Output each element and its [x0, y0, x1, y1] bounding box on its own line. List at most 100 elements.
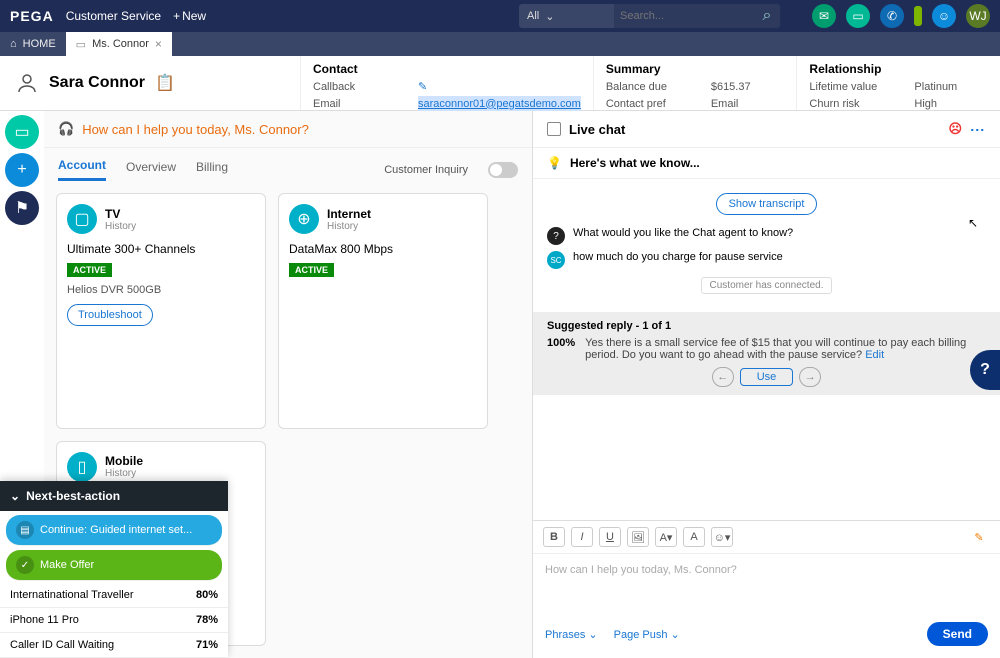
card-internet: ⊕InternetHistory DataMax 800 Mbps ACTIVE [278, 193, 488, 429]
send-button[interactable]: Send [927, 622, 988, 646]
pref-value: Email [711, 96, 739, 113]
email-label: Email [313, 96, 388, 113]
edit-icon[interactable]: ✎ [418, 79, 427, 96]
phone-icon[interactable]: ✆ [880, 4, 904, 28]
search-button[interactable]: ⌕ [754, 4, 780, 28]
show-transcript-button[interactable]: Show transcript [716, 193, 818, 215]
summary-heading: Summary [606, 62, 785, 76]
tv-detail: Helios DVR 500GB [67, 284, 255, 296]
internet-plan: DataMax 800 Mbps [289, 242, 477, 256]
highlight-icon[interactable]: A [683, 527, 705, 547]
contact-heading: Contact [313, 62, 581, 76]
customer-avatar: SC [547, 251, 565, 269]
card-sub[interactable]: History [105, 221, 136, 232]
customer-message: how much do you charge for pause service [573, 251, 783, 263]
prev-arrow-icon[interactable]: ← [712, 367, 734, 387]
right-pane: Live chat ☹ ⋮ 💡 Here's what we know... S… [532, 111, 1000, 658]
new-button[interactable]: +New [173, 9, 206, 23]
card-sub[interactable]: History [105, 468, 143, 479]
pref-label: Contact pref [606, 96, 681, 113]
italic-icon[interactable]: I [571, 527, 593, 547]
know-heading: Here's what we know... [570, 156, 700, 170]
ltv-label: Lifetime value [809, 79, 884, 96]
profile-icon[interactable]: ☺ [932, 4, 956, 28]
balance-label: Balance due [606, 79, 681, 96]
top-nav: PEGA Customer Service +New All⌄ ⌕ ✉ ▭ ✆ … [0, 0, 1000, 32]
nba-continue[interactable]: ▤Continue: Guided internet set... [6, 515, 222, 546]
tab-bar: ⌂HOME ▭Ms. Connor× [0, 32, 1000, 56]
inquiry-label: Customer Inquiry [384, 164, 468, 176]
confidence-pct: 100% [547, 337, 575, 361]
home-icon: ⌂ [10, 38, 17, 50]
tab-account[interactable]: Account [58, 158, 106, 181]
check-icon: ✓ [16, 556, 34, 574]
use-button[interactable]: Use [740, 368, 794, 386]
nba-item[interactable]: Internatinational Traveller80% [0, 583, 228, 608]
tab-overview[interactable]: Overview [126, 160, 176, 180]
troubleshoot-button[interactable]: Troubleshoot [67, 304, 153, 326]
tab-billing[interactable]: Billing [196, 160, 228, 180]
composer: B I U 🖼 A▾ A ☺▾ ✎ How can I help you tod… [533, 520, 1000, 658]
plus-icon: + [173, 9, 180, 23]
pencil-icon[interactable]: ✎ [968, 527, 990, 547]
card-title: TV [105, 207, 136, 221]
globe-icon: ⊕ [289, 204, 319, 234]
system-message: Customer has connected. [701, 277, 833, 294]
phrases-dropdown[interactable]: Phrases ⌄ [545, 628, 598, 641]
balance-value: $615.37 [711, 79, 751, 96]
kebab-menu-icon[interactable]: ⋮ [970, 123, 986, 135]
callback-label: Callback [313, 79, 388, 96]
brand-logo: PEGA [10, 8, 54, 24]
card-title: Mobile [105, 454, 143, 468]
suggested-title: Suggested reply - 1 of 1 [547, 320, 986, 332]
search-scope-dropdown[interactable]: All⌄ [519, 4, 614, 28]
app-name: Customer Service [66, 9, 161, 23]
status-badge: ACTIVE [289, 263, 334, 277]
tab-customer[interactable]: ▭Ms. Connor× [66, 32, 172, 56]
headset-icon: 🎧 [58, 121, 74, 137]
rail-add-icon[interactable]: + [5, 153, 39, 187]
battery-icon[interactable] [914, 6, 922, 26]
search-input[interactable] [614, 4, 754, 28]
message-input[interactable]: How can I help you today, Ms. Connor? [533, 554, 1000, 614]
emoji-icon[interactable]: ☺▾ [711, 527, 733, 547]
rail-flag-icon[interactable]: ⚑ [5, 191, 39, 225]
nba-item[interactable]: Caller ID Call Waiting71% [0, 633, 228, 658]
font-color-icon[interactable]: A▾ [655, 527, 677, 547]
user-avatar[interactable]: WJ [966, 4, 990, 28]
tab-home[interactable]: ⌂HOME [0, 32, 66, 56]
mail-icon[interactable]: ✉ [812, 4, 836, 28]
chat-icon[interactable]: ▭ [846, 4, 870, 28]
bold-icon[interactable]: B [543, 527, 565, 547]
ltv-value: Platinum [914, 79, 957, 96]
chat-title: Live chat [569, 122, 625, 137]
nba-offer[interactable]: ✓Make Offer [6, 550, 222, 581]
sub-tabs: Account Overview Billing Customer Inquir… [44, 148, 532, 181]
edit-link[interactable]: Edit [865, 349, 884, 361]
chevron-down-icon: ⌄ [10, 489, 20, 503]
clipboard-icon[interactable]: 📋 [155, 73, 175, 93]
nba-pct: 71% [196, 639, 218, 651]
left-rail: ▭ + ⚑ [0, 111, 44, 491]
customer-name: Sara Connor [49, 74, 145, 92]
rail-chat-icon[interactable]: ▭ [5, 115, 39, 149]
greeting-bar: 🎧 How can I help you today, Ms. Connor? [44, 111, 532, 148]
mobile-icon: ▯ [67, 452, 97, 482]
image-icon[interactable]: 🖼 [627, 527, 649, 547]
inquiry-toggle[interactable] [488, 162, 518, 178]
lightbulb-icon: 💡 [547, 156, 562, 170]
greeting-text: How can I help you today, Ms. Connor? [82, 122, 309, 137]
sentiment-sad-icon[interactable]: ☹ [948, 121, 962, 137]
underline-icon[interactable]: U [599, 527, 621, 547]
search-icon: ⌕ [763, 7, 772, 25]
pagepush-dropdown[interactable]: Page Push ⌄ [614, 628, 680, 641]
email-link[interactable]: saraconnor01@pegatsdemo.com [418, 96, 581, 113]
close-icon[interactable]: × [155, 37, 162, 51]
next-arrow-icon[interactable]: → [799, 367, 821, 387]
card-tv: ▢TVHistory Ultimate 300+ Channels ACTIVE… [56, 193, 266, 429]
nba-header[interactable]: ⌄Next-best-action [0, 481, 228, 511]
nba-item[interactable]: iPhone 11 Pro78% [0, 608, 228, 633]
checkbox-icon[interactable] [547, 122, 561, 136]
card-sub[interactable]: History [327, 221, 371, 232]
tv-plan: Ultimate 300+ Channels [67, 242, 255, 256]
